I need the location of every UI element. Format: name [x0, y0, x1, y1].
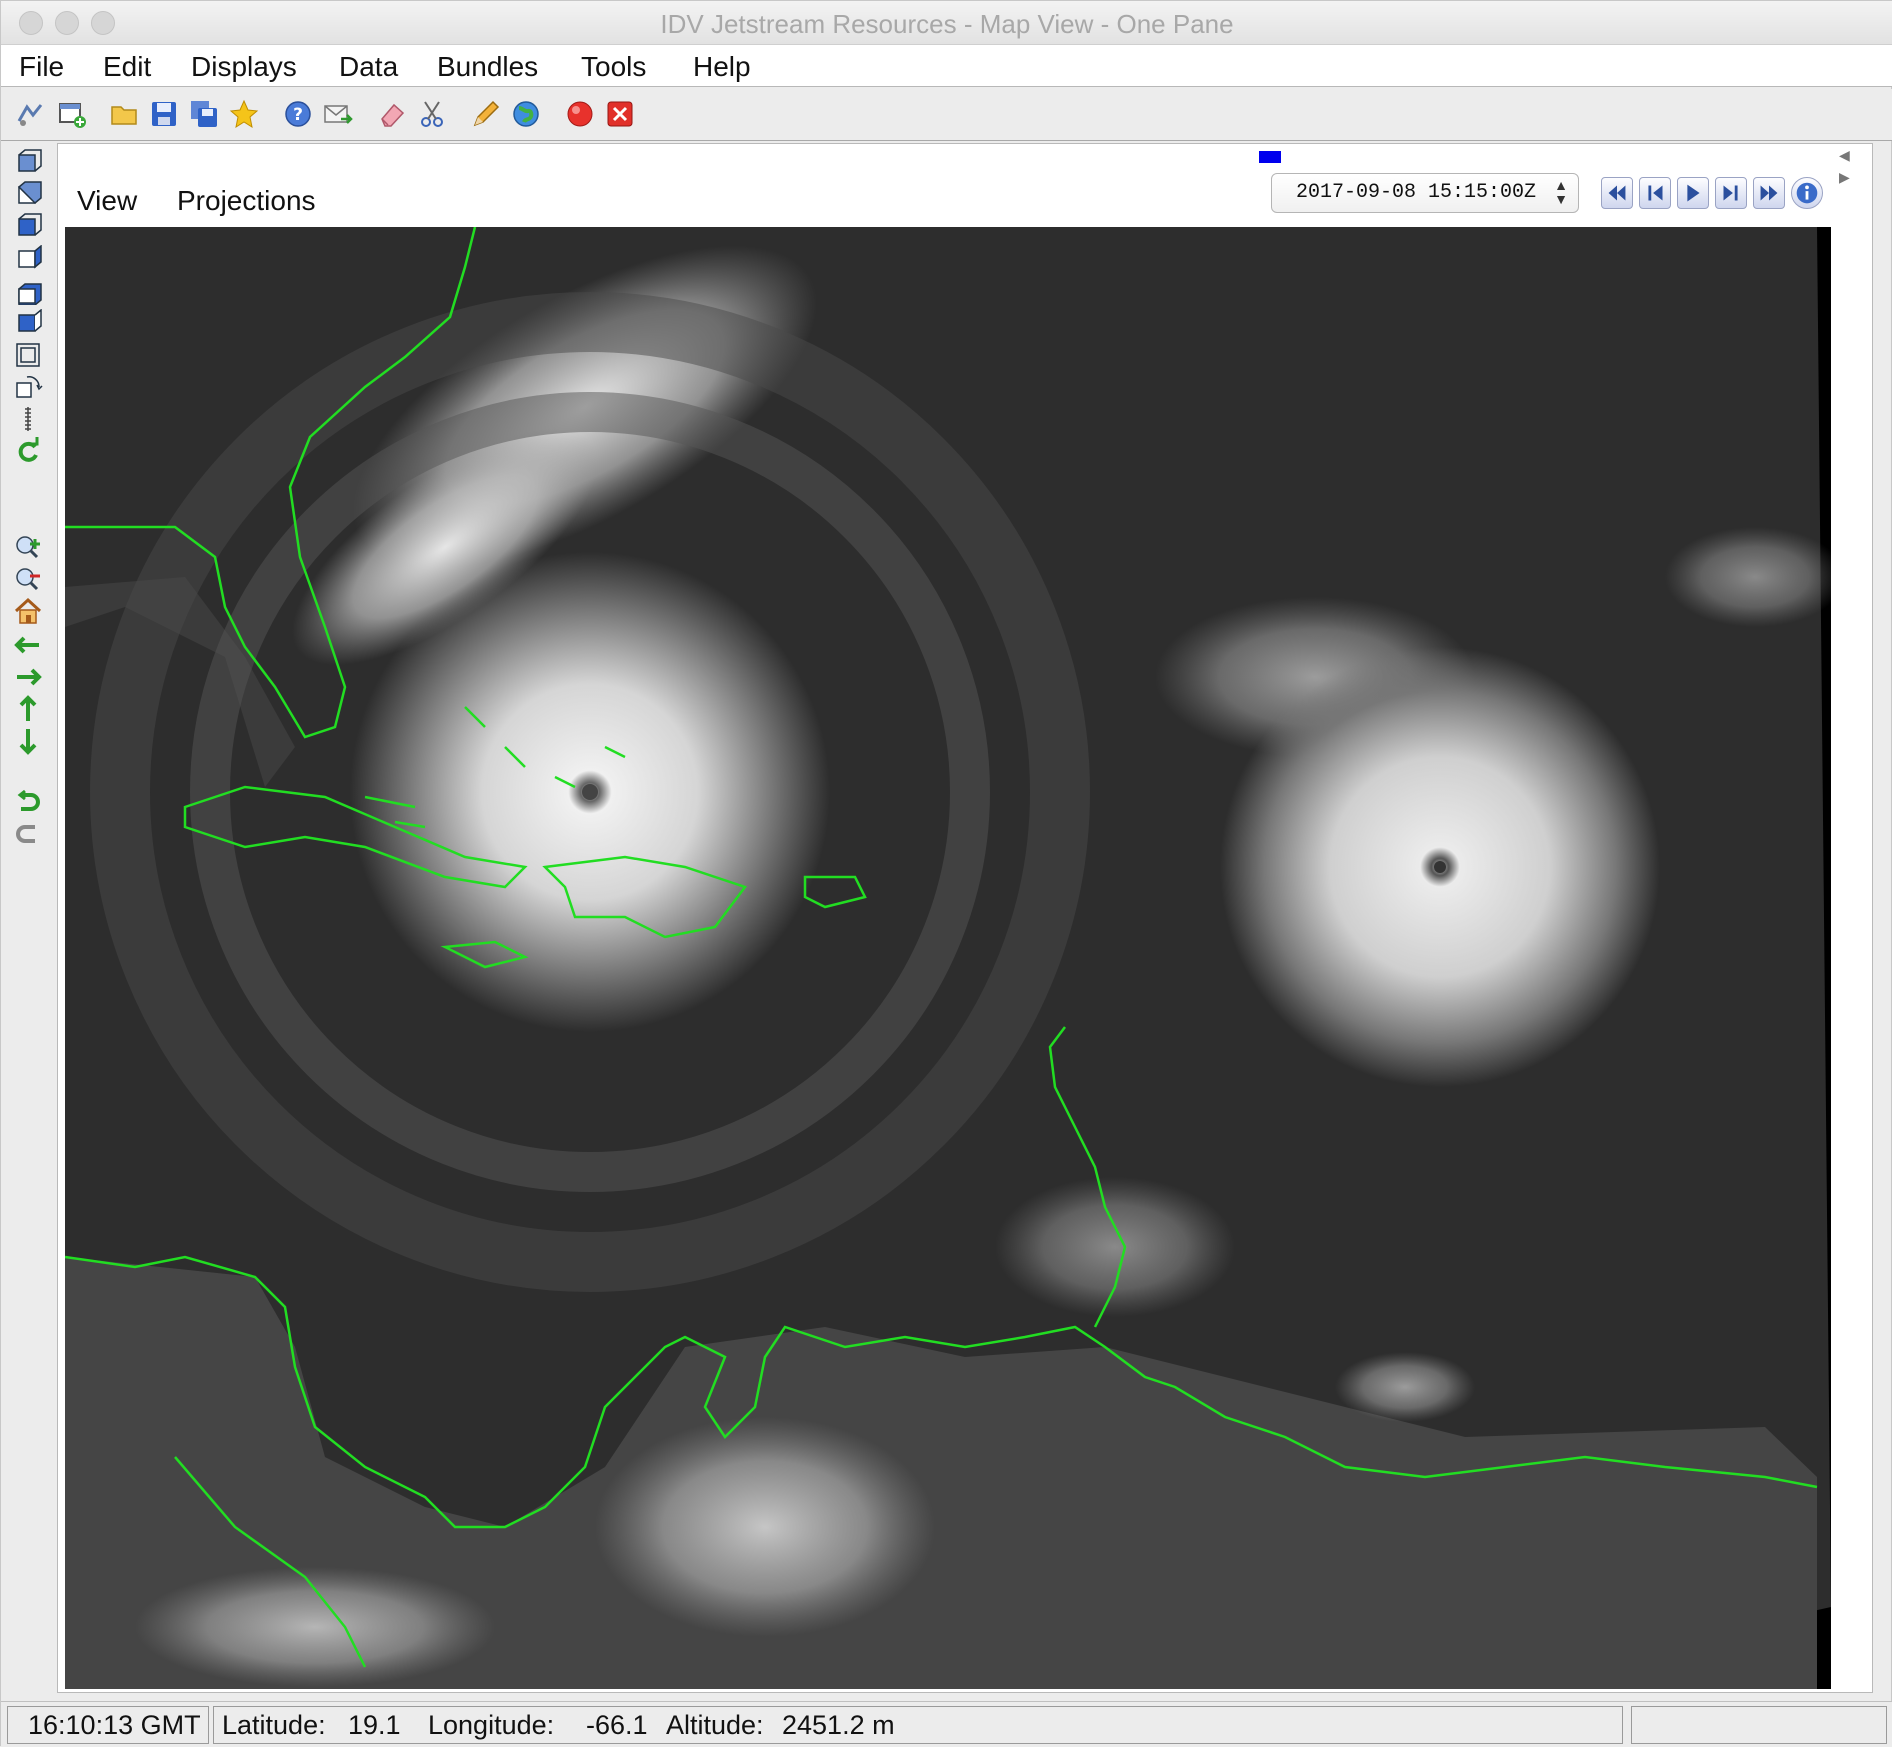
menu-displays[interactable]: Displays	[191, 51, 297, 83]
save-icon[interactable]	[149, 99, 179, 129]
zoom-out-icon[interactable]	[13, 565, 43, 593]
menu-tools[interactable]: Tools	[581, 51, 646, 83]
view-perspective-icon[interactable]	[13, 149, 43, 177]
menu-file[interactable]: File	[19, 51, 64, 83]
last-frame-button[interactable]	[1753, 177, 1785, 209]
open-folder-icon[interactable]	[109, 99, 139, 129]
view-top-icon[interactable]	[13, 181, 43, 209]
pan-right-icon[interactable]	[13, 663, 43, 691]
altitude-value: 2451.2 m	[782, 1710, 895, 1740]
status-time: 16:10:13 GMT	[28, 1710, 201, 1740]
menu-data[interactable]: Data	[339, 51, 398, 83]
view-box-icon[interactable]	[13, 341, 43, 369]
menu-bundles[interactable]: Bundles	[437, 51, 538, 83]
play-icon	[1687, 184, 1700, 202]
altitude-label: Altitude:	[666, 1710, 764, 1740]
view-east-icon[interactable]	[13, 309, 43, 337]
record-icon[interactable]	[565, 99, 595, 129]
menu-edit[interactable]: Edit	[103, 51, 151, 83]
step-forward-button[interactable]	[1715, 177, 1747, 209]
cut-icon[interactable]	[417, 99, 447, 129]
menu-help[interactable]: Help	[693, 51, 751, 83]
pan-left-icon[interactable]	[13, 631, 43, 659]
redo-icon[interactable]	[13, 821, 43, 849]
idv-window: IDV Jetstream Resources - Map View - One…	[0, 0, 1892, 1747]
close-icon[interactable]	[605, 99, 635, 129]
help-icon[interactable]: ?	[283, 99, 313, 129]
step-back-button[interactable]	[1639, 177, 1671, 209]
longitude-value: -66.1	[586, 1710, 648, 1740]
save-as-icon[interactable]	[189, 99, 219, 129]
longitude-label: Longitude:	[428, 1710, 555, 1740]
data-source-icon[interactable]	[15, 99, 45, 129]
view-north-icon[interactable]	[13, 245, 43, 273]
step-back-icon	[1648, 185, 1663, 201]
status-bar: 16:10:13 GMT Latitude: 19.1 Longitude: -…	[1, 1701, 1892, 1747]
view-menu-bar: View Projections	[63, 179, 349, 219]
window-title: IDV Jetstream Resources - Map View - One…	[660, 9, 1234, 39]
pencil-icon[interactable]	[471, 99, 501, 129]
play-button[interactable]	[1677, 177, 1709, 209]
menu-projections[interactable]: Projections	[177, 185, 316, 217]
view-south-icon[interactable]	[13, 277, 43, 305]
menu-view[interactable]: View	[77, 185, 137, 217]
first-frame-button[interactable]	[1601, 177, 1633, 209]
pan-down-icon[interactable]	[13, 727, 43, 755]
zoom-in-icon[interactable]	[13, 533, 43, 561]
latitude-label: Latitude:	[222, 1710, 326, 1740]
last-frame-icon	[1760, 185, 1778, 201]
eraser-icon[interactable]	[377, 99, 407, 129]
reset-view-icon[interactable]	[13, 437, 43, 465]
first-frame-icon	[1608, 185, 1626, 201]
step-forward-icon	[1723, 185, 1738, 201]
time-spinner-icon[interactable]: ▲ ▼	[1554, 178, 1568, 206]
collapse-right-arrow[interactable]: ▶	[1839, 169, 1850, 186]
status-progress-cell	[1631, 1706, 1887, 1744]
time-value: 2017-09-08 15:15:00Z	[1296, 181, 1537, 204]
title-bar: IDV Jetstream Resources - Map View - One…	[1, 1, 1892, 45]
main-toolbar: ?	[1, 89, 1892, 141]
status-time-cell: 16:10:13 GMT	[7, 1706, 209, 1744]
mail-icon[interactable]	[323, 99, 353, 129]
satellite-imagery	[65, 227, 1831, 1689]
new-window-icon[interactable]	[57, 99, 87, 129]
pan-up-icon[interactable]	[13, 695, 43, 723]
satellite-map-view[interactable]	[65, 227, 1831, 1689]
svg-text:?: ?	[293, 105, 303, 125]
view-bottom-icon[interactable]	[13, 213, 43, 241]
rotate-view-icon[interactable]	[13, 373, 43, 401]
favorite-star-icon[interactable]	[229, 99, 259, 129]
status-location-cell: Latitude: 19.1 Longitude: -66.1 Altitude…	[213, 1706, 1623, 1744]
home-icon[interactable]	[13, 597, 43, 625]
collapse-left-arrow[interactable]: ◀	[1839, 147, 1850, 164]
animation-info-button[interactable]	[1791, 177, 1823, 209]
undo-icon[interactable]	[13, 789, 43, 817]
time-selector[interactable]: 2017-09-08 15:15:00Z ▲ ▼	[1271, 173, 1579, 213]
latitude-value: 19.1	[348, 1710, 401, 1740]
globe-icon[interactable]	[511, 99, 541, 129]
vertical-scale-icon[interactable]	[13, 405, 43, 433]
info-icon	[1796, 182, 1818, 204]
menu-bar: File Edit Displays Data Bundles Tools He…	[1, 45, 1892, 87]
time-marker	[1259, 151, 1281, 163]
